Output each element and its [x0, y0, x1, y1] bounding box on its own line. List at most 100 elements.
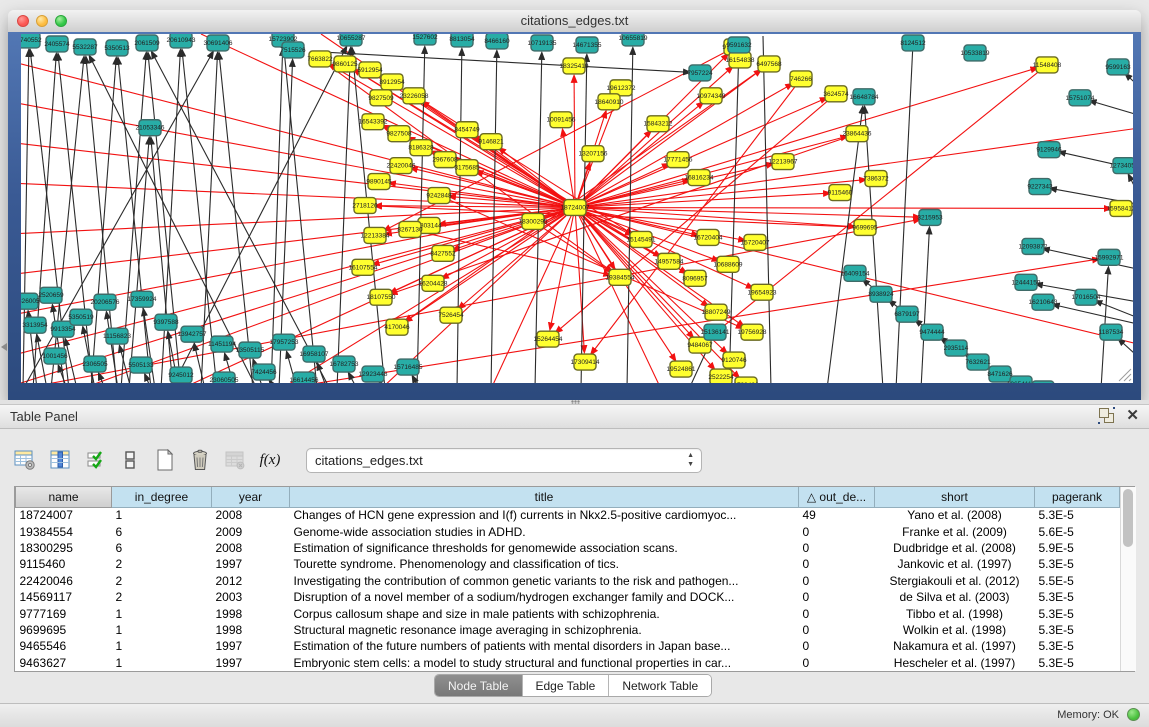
memory-status-indicator[interactable]: [1127, 708, 1140, 721]
network-window[interactable]: citations_edges.txt 76638229860125591295…: [8, 10, 1141, 400]
graph-node[interactable]: 16543392: [359, 114, 388, 130]
graph-node[interactable]: 9245652: [1030, 381, 1056, 383]
graph-node[interactable]: 12213967: [769, 154, 798, 170]
tab-edge-table[interactable]: Edge Table: [523, 675, 610, 696]
cell-out_degree[interactable]: 0: [799, 523, 875, 539]
graph-node[interactable]: 1527602: [412, 34, 438, 45]
graph-node[interactable]: 23864436: [843, 126, 872, 142]
graph-node[interactable]: 18107550: [367, 289, 396, 305]
graph-node[interactable]: 18724007: [561, 200, 590, 216]
cell-name[interactable]: 9777169: [16, 605, 112, 621]
graph-node[interactable]: 7957224: [687, 65, 713, 81]
cell-in_degree[interactable]: 1: [112, 638, 212, 654]
node-table-grid[interactable]: namein_degreeyeartitle△ out_de...shortpa…: [15, 487, 1120, 671]
graph-node[interactable]: 2522254: [708, 369, 734, 383]
graph-node[interactable]: 16210643: [1029, 294, 1058, 310]
cell-name[interactable]: 9115460: [16, 556, 112, 572]
table-header-row[interactable]: namein_degreeyeartitle△ out_de...shortpa…: [16, 487, 1120, 507]
import-table-icon[interactable]: [84, 449, 106, 471]
cell-in_degree[interactable]: 1: [112, 507, 212, 523]
cell-title[interactable]: Corpus callosum shape and size in male p…: [290, 605, 799, 621]
graph-node[interactable]: 18807249: [702, 304, 731, 320]
graph-node[interactable]: 2718126: [352, 198, 378, 214]
graph-node[interactable]: 8471626: [987, 366, 1013, 382]
graph-node[interactable]: 9115460: [828, 185, 853, 201]
graph-node[interactable]: 18325419: [560, 58, 589, 74]
graph-node[interactable]: 9860125: [332, 56, 358, 72]
graph-node[interactable]: 19654923: [748, 284, 777, 300]
function-builder-icon[interactable]: f(x): [259, 449, 281, 471]
column-header-name[interactable]: name: [16, 487, 112, 507]
graph-node[interactable]: 8427552: [430, 245, 456, 261]
column-header-in_degree[interactable]: in_degree: [112, 487, 212, 507]
cell-year[interactable]: 2008: [212, 507, 290, 523]
graph-node[interactable]: 8813054: [449, 34, 475, 47]
graph-node[interactable]: 10688609: [714, 256, 743, 272]
graph-node[interactable]: 7526454: [438, 307, 464, 323]
select-column-icon[interactable]: [49, 449, 71, 471]
graph-node[interactable]: 3215953: [917, 209, 943, 225]
graph-node[interactable]: 6497568: [756, 56, 782, 72]
graph-node[interactable]: 15136141: [701, 324, 730, 340]
cell-pagerank[interactable]: 5.3E-5: [1035, 589, 1120, 605]
graph-node[interactable]: 12444159: [1012, 274, 1041, 290]
graph-node[interactable]: 13942757: [178, 326, 207, 342]
graph-node[interactable]: 9129946: [1036, 142, 1062, 158]
cell-out_degree[interactable]: 0: [799, 655, 875, 671]
graph-node[interactable]: 30691406: [204, 35, 233, 51]
cell-short[interactable]: Wolkin et al. (1998): [875, 622, 1035, 638]
cell-short[interactable]: Hescheler et al. (1997): [875, 655, 1035, 671]
graph-node[interactable]: 16648784: [850, 89, 879, 105]
graph-node[interactable]: 2061509: [134, 35, 160, 51]
cell-name[interactable]: 22420046: [16, 573, 112, 589]
cell-title[interactable]: Tourette syndrome. Phenomenology and cla…: [290, 556, 799, 572]
cell-pagerank[interactable]: 5.3E-5: [1035, 556, 1120, 572]
graph-node[interactable]: 8912954: [379, 74, 405, 90]
graph-node[interactable]: 8096957: [682, 270, 708, 286]
graph-node[interactable]: 16720404: [694, 229, 723, 245]
graph-node[interactable]: 9599163: [1105, 59, 1131, 75]
graph-node[interactable]: 15145491: [627, 231, 656, 247]
graph-node[interactable]: 2935114: [944, 340, 969, 356]
graph-node[interactable]: 20610943: [167, 34, 196, 48]
cell-out_degree[interactable]: 0: [799, 589, 875, 605]
graph-node[interactable]: 11548408: [1033, 57, 1062, 73]
graph-node[interactable]: 12923448: [359, 366, 388, 382]
table-selector-dropdown[interactable]: citations_edges.txt ▲▼: [306, 448, 702, 473]
cell-year[interactable]: 2008: [212, 540, 290, 556]
graph-node[interactable]: 17957253: [270, 334, 299, 350]
cell-out_degree[interactable]: 0: [799, 605, 875, 621]
graph-node[interactable]: 18300295: [519, 213, 548, 229]
graph-node[interactable]: 21053346: [136, 120, 165, 136]
scrollbar-thumb[interactable]: [1123, 489, 1133, 547]
table-row[interactable]: 1830029562008Estimation of significance …: [16, 540, 1120, 556]
graph-node[interactable]: 3313954: [22, 317, 48, 333]
graph-node[interactable]: 15264454: [534, 331, 563, 347]
graph-node[interactable]: 16409154: [841, 265, 870, 281]
graph-node[interactable]: 16154838: [726, 52, 755, 68]
graph-node[interactable]: 16204428: [419, 275, 448, 291]
graph-node[interactable]: 1187534: [1099, 324, 1124, 340]
graph-node[interactable]: 15720407: [741, 234, 770, 250]
graph-node[interactable]: 11451194: [208, 336, 236, 352]
graph-node[interactable]: 9591632: [726, 37, 752, 53]
graph-node[interactable]: 13207156: [579, 146, 608, 162]
graph-node[interactable]: 9827508: [386, 126, 412, 142]
column-header-out_degree[interactable]: △ out_de...: [799, 487, 875, 507]
cell-pagerank[interactable]: 5.3E-5: [1035, 622, 1120, 638]
graph-node[interactable]: 8938924: [868, 286, 894, 302]
cell-pagerank[interactable]: 5.9E-5: [1035, 540, 1120, 556]
cell-name[interactable]: 19384554: [16, 523, 112, 539]
graph-node[interactable]: 6879197: [894, 306, 920, 322]
cell-year[interactable]: 1998: [212, 605, 290, 621]
graph-node[interactable]: 17771456: [664, 152, 693, 168]
graph-node[interactable]: 10655287: [337, 34, 366, 46]
graph-node[interactable]: 7663822: [307, 51, 333, 67]
graph-node[interactable]: 16958107: [300, 346, 329, 362]
cell-name[interactable]: 9699695: [16, 622, 112, 638]
graph-node[interactable]: 2405574: [44, 36, 70, 52]
cell-name[interactable]: 14569117: [16, 589, 112, 605]
cell-in_degree[interactable]: 1: [112, 622, 212, 638]
graph-node[interactable]: 19756928: [738, 324, 767, 340]
graph-node[interactable]: 2326005: [21, 293, 40, 309]
